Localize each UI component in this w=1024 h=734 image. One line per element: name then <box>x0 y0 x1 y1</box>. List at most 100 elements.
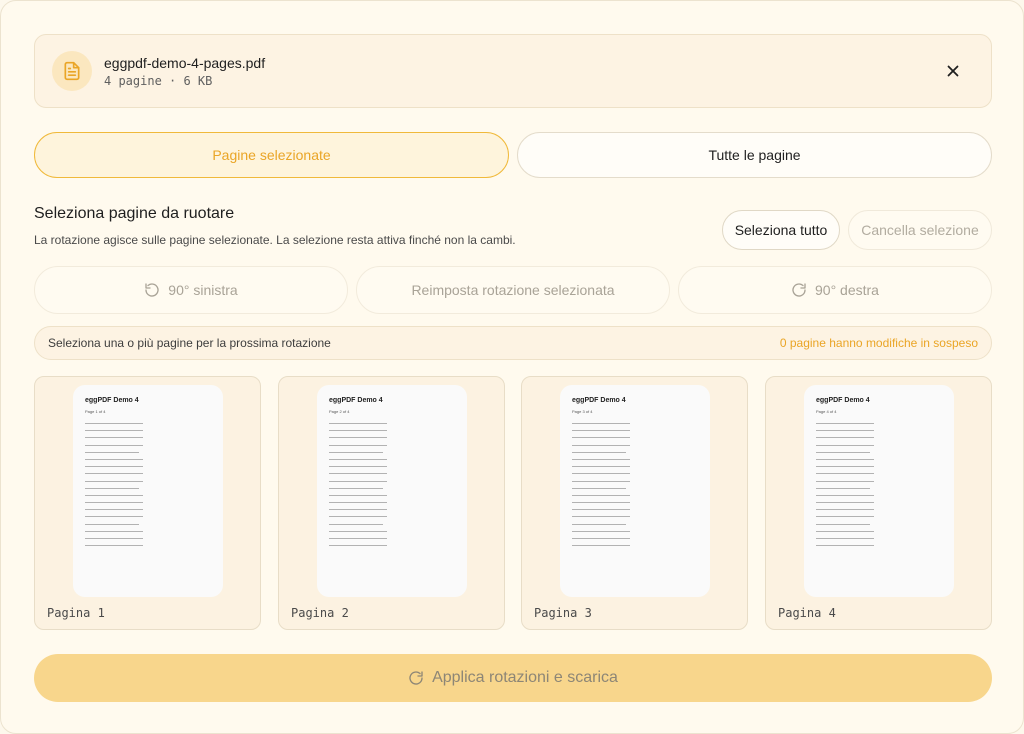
mode-selected-pages-button[interactable]: Pagine selezionate <box>34 132 509 178</box>
thumbnail-line <box>572 473 631 475</box>
thumbnail-line <box>572 458 631 460</box>
rotate-ccw-icon <box>145 283 159 297</box>
thumbnail-line <box>85 437 144 439</box>
reset-rotation-label: Reimposta rotazione selezionata <box>411 282 615 298</box>
page-label: Pagina 3 <box>534 606 592 620</box>
thumbnail-line <box>816 444 875 446</box>
thumbnail-line <box>816 502 875 504</box>
thumbnail-text-lines <box>329 423 389 552</box>
reset-rotation-button[interactable]: Reimposta rotazione selezionata <box>356 266 670 314</box>
rotate-cw-icon <box>409 671 423 685</box>
page-thumbnail: eggPDF Demo 4 Page 1 of 4 <box>73 385 223 597</box>
thumbnail-line <box>572 437 631 439</box>
file-card: eggpdf-demo-4-pages.pdf 4 pagine · 6 KB <box>34 34 992 108</box>
thumbnail-line <box>329 494 388 496</box>
page-card[interactable]: eggPDF Demo 4 Page 1 of 4 Pagina 1 <box>34 376 261 630</box>
thumbnail-line <box>816 487 870 489</box>
thumbnail-line <box>329 530 388 532</box>
thumbnail-line <box>572 509 631 511</box>
thumbnail-line <box>85 444 144 446</box>
status-bar: Seleziona una o più pagine per la prossi… <box>34 326 992 360</box>
thumbnail-title: eggPDF Demo 4 <box>572 397 626 404</box>
rotate-cw-icon <box>792 283 806 297</box>
rotate-left-label: 90° sinistra <box>168 282 238 298</box>
thumbnail-line <box>816 530 875 532</box>
thumbnail-line <box>329 523 383 525</box>
thumbnail-line <box>572 487 626 489</box>
thumbnail-line <box>329 480 388 482</box>
thumbnail-line <box>572 480 631 482</box>
thumbnail-line <box>572 530 631 532</box>
mode-all-pages-button[interactable]: Tutte le pagine <box>517 132 992 178</box>
thumbnail-line <box>329 487 383 489</box>
close-button[interactable] <box>941 59 965 83</box>
thumbnail-line <box>572 545 631 547</box>
thumbnail-subtitle: Page 2 of 4 <box>329 409 350 414</box>
thumbnail-line <box>816 437 875 439</box>
rotate-dialog: eggpdf-demo-4-pages.pdf 4 pagine · 6 KB … <box>0 0 1024 734</box>
thumbnail-subtitle: Page 1 of 4 <box>85 409 106 414</box>
thumbnail-line <box>572 538 631 539</box>
thumbnail-line <box>329 516 388 518</box>
thumbnail-line <box>85 509 144 511</box>
thumbnail-line <box>85 530 144 532</box>
file-text-icon <box>52 51 92 91</box>
thumbnail-line <box>816 423 875 424</box>
thumbnail-line <box>816 494 875 496</box>
page-thumbnail: eggPDF Demo 4 Page 4 of 4 <box>804 385 954 597</box>
section-title: Seleziona pagine da ruotare <box>34 205 235 222</box>
close-icon <box>947 65 959 77</box>
thumbnail-line <box>85 430 144 432</box>
thumbnail-line <box>85 487 139 489</box>
select-all-button[interactable]: Seleziona tutto <box>722 210 840 250</box>
thumbnail-line <box>572 502 631 504</box>
thumbnail-line <box>329 451 383 453</box>
thumbnail-line <box>85 494 144 496</box>
thumbnail-line <box>85 458 144 460</box>
page-thumbnail: eggPDF Demo 4 Page 2 of 4 <box>317 385 467 597</box>
page-card[interactable]: eggPDF Demo 4 Page 3 of 4 Pagina 3 <box>521 376 748 630</box>
thumbnail-line <box>572 430 631 432</box>
thumbnail-line <box>816 451 870 453</box>
thumbnail-line <box>329 466 388 468</box>
file-meta: 4 pagine · 6 KB <box>104 74 213 88</box>
thumbnail-line <box>572 523 626 525</box>
file-name: eggpdf-demo-4-pages.pdf <box>104 55 266 71</box>
thumbnail-line <box>816 516 875 518</box>
page-thumbnail: eggPDF Demo 4 Page 3 of 4 <box>560 385 710 597</box>
thumbnail-line <box>85 423 144 424</box>
thumbnail-line <box>85 545 144 547</box>
apply-and-download-button[interactable]: Applica rotazioni e scarica <box>34 654 992 702</box>
thumbnail-line <box>572 516 631 518</box>
thumbnail-line <box>816 466 875 468</box>
thumbnail-line <box>85 466 144 468</box>
thumbnail-line <box>329 473 388 475</box>
apply-label: Applica rotazioni e scarica <box>432 669 618 686</box>
thumbnail-line <box>572 451 626 453</box>
page-card[interactable]: eggPDF Demo 4 Page 2 of 4 Pagina 2 <box>278 376 505 630</box>
thumbnail-line <box>816 538 875 539</box>
thumbnail-line <box>329 538 388 539</box>
page-label: Pagina 4 <box>778 606 836 620</box>
thumbnail-text-lines <box>816 423 876 552</box>
thumbnail-line <box>816 509 875 511</box>
rotate-left-button[interactable]: 90° sinistra <box>34 266 348 314</box>
rotate-right-button[interactable]: 90° destra <box>678 266 992 314</box>
thumbnail-title: eggPDF Demo 4 <box>329 397 383 404</box>
thumbnail-line <box>329 430 388 432</box>
thumbnail-line <box>85 502 144 504</box>
thumbnail-subtitle: Page 3 of 4 <box>572 409 593 414</box>
thumbnail-line <box>572 444 631 446</box>
thumbnail-line <box>329 509 388 511</box>
page-card[interactable]: eggPDF Demo 4 Page 4 of 4 Pagina 4 <box>765 376 992 630</box>
thumbnail-text-lines <box>572 423 632 552</box>
thumbnail-line <box>85 480 144 482</box>
thumbnail-title: eggPDF Demo 4 <box>816 397 870 404</box>
page-label: Pagina 1 <box>47 606 105 620</box>
thumbnail-line <box>572 466 631 468</box>
thumbnail-line <box>816 545 875 547</box>
thumbnail-title: eggPDF Demo 4 <box>85 397 139 404</box>
thumbnail-line <box>85 451 139 453</box>
clear-selection-button[interactable]: Cancella selezione <box>848 210 992 250</box>
rotate-right-label: 90° destra <box>815 282 879 298</box>
